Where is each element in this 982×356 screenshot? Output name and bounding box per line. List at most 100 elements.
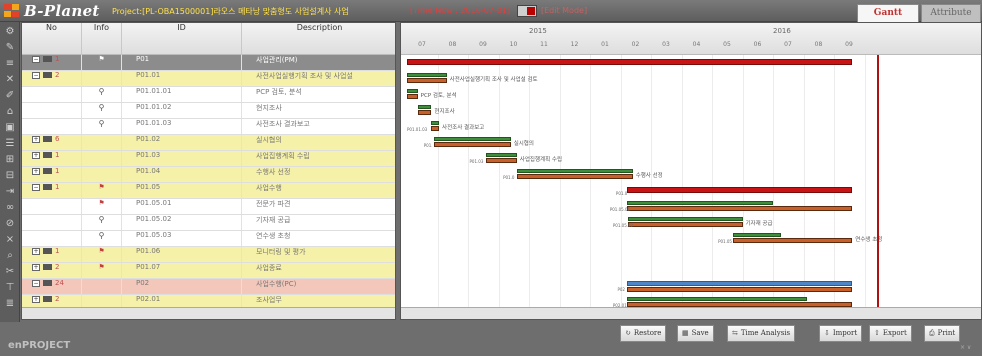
tab-attribute[interactable]: Attribute [921,4,981,22]
summary-bar[interactable] [407,59,853,65]
table-row[interactable]: ⚲ P01.05.02 기자재 공급 [22,215,395,231]
grid-horizontal-scrollbar[interactable] [22,307,395,319]
table-row[interactable]: +6 P01.02 실시협의 [22,135,395,151]
bar-id-tag: P01. [423,143,433,148]
table-row[interactable]: −1 ⚑ P01.05 사업수행 [22,183,395,199]
month-label: 01 [601,41,609,48]
edit-mode-toggle[interactable] [517,5,537,17]
table-row[interactable]: −1 ⚑ P01 사업관리(PM) [22,55,395,71]
table-row[interactable]: +2 ⚑ P01.07 사업종료 [22,263,395,279]
print-button[interactable]: ⎙ Print [924,325,961,342]
close-icon[interactable]: × [3,234,17,246]
zoom-icon[interactable]: ⌕ [3,250,17,262]
collapse-icon[interactable]: − [32,71,40,79]
column-header-info[interactable]: Info [82,23,122,55]
table-row[interactable]: ⚑ P01.05.01 전문가 파견 [22,199,395,215]
row-description: 사업집행계획 수립 [242,151,395,166]
expand-icon[interactable]: + [32,151,40,159]
flag-icon: ⚑ [82,183,122,198]
bars-icon[interactable]: ≡ [3,58,17,70]
expand-icon[interactable]: + [32,263,40,271]
row-id: P01.03 [122,151,242,166]
column-header-description[interactable]: Description [242,23,395,55]
month-label: 09 [479,41,487,48]
summary-bar[interactable] [626,187,853,193]
save-icon[interactable]: ▣ [3,122,17,134]
cut-icon[interactable]: ✂ [3,266,17,278]
expand-icon[interactable]: + [32,135,40,143]
column-header-no[interactable]: No [22,23,82,55]
row-description: 현지조사 [242,103,395,118]
settings-icon[interactable]: ⚙ [3,26,17,38]
task-bar[interactable] [628,222,743,227]
brush-icon[interactable]: ✐ [3,90,17,102]
month-label: 05 [723,41,731,48]
export-button[interactable]: ⇧ Export [869,325,912,342]
indent-icon[interactable]: ⇥ [3,186,17,198]
row-number: 24 [55,279,64,287]
table-row[interactable]: ⚲ P01.05.03 연수생 초청 [22,231,395,247]
list-minus-icon[interactable]: ⊟ [3,170,17,182]
save-button[interactable]: ▦ Save [677,325,714,342]
row-id: P01.02 [122,135,242,150]
year-label: 2015 [529,27,547,35]
folder-icon [43,168,52,174]
task-bar[interactable] [407,94,418,99]
table-row[interactable]: ⚲ P01.01.02 현지조사 [22,103,395,119]
gantt-horizontal-scrollbar[interactable] [401,307,981,319]
restore-icon: ↻ [625,329,631,337]
column-header-id[interactable]: ID [122,23,242,55]
tab-gantt[interactable]: Gantt [857,4,919,22]
list-icon[interactable]: ☰ [3,138,17,150]
table-row[interactable]: +1 ⚑ P01.06 모니터링 및 평가 [22,247,395,263]
row-id: P01.05.02 [122,215,242,230]
table-row[interactable]: +1 P01.03 사업집행계획 수립 [22,151,395,167]
restore-button[interactable]: ↻ Restore [620,325,667,342]
table-row[interactable]: − 24 P02 사업수행(PC) [22,279,395,295]
expand-icon[interactable]: + [32,295,40,303]
row-id: P01.07 [122,263,242,278]
row-description: 전문가 파견 [242,199,395,214]
task-bar[interactable] [516,174,633,179]
row-no-cell: − 24 [22,279,82,294]
task-bar[interactable] [407,78,447,83]
x-icon[interactable]: ✕ [3,74,17,86]
bar-label: PCP 검토, 분석 [420,93,457,99]
table-row[interactable]: ⚲ P01.01.03 사전조사 결과보고 [22,119,395,135]
footer-window-controls[interactable]: × ∨ [960,344,971,351]
task-bar[interactable] [431,126,440,131]
progress-bar [407,89,418,93]
task-bar[interactable] [626,206,853,211]
row-id: P01.06 [122,247,242,262]
table-row[interactable]: ⚲ P01.01.01 PCP 검토, 분석 [22,87,395,103]
align-icon[interactable]: ≣ [3,298,17,310]
task-bar[interactable] [486,158,517,163]
bank-icon[interactable]: ⌂ [3,106,17,118]
phase-bar[interactable] [626,281,853,286]
table-row[interactable]: +1 P01.04 수행사 선정 [22,167,395,183]
unlink-icon[interactable]: ⊘ [3,218,17,230]
task-bar[interactable] [434,142,511,147]
expand-icon[interactable]: + [32,167,40,175]
filter-icon[interactable]: ⊤ [3,282,17,294]
month-gridline [803,55,805,307]
collapse-icon[interactable]: − [32,279,40,287]
task-bar[interactable] [626,287,853,292]
collapse-icon[interactable]: − [32,183,40,191]
gantt-chart: 2015 2016 07 08 09 10 11 12 01 02 03 04 05 06 07 08 09 사… [400,22,982,320]
month-label: 07 [784,41,792,48]
collapse-icon[interactable]: − [32,55,40,63]
task-bar[interactable] [417,110,432,115]
import-button[interactable]: ⇩ Import [819,325,863,342]
link-icon[interactable]: ∞ [3,202,17,214]
row-description: 사업관리(PM) [242,55,395,70]
progress-bar [486,153,517,157]
pencil-icon[interactable]: ✎ [3,42,17,54]
expand-icon[interactable]: + [32,247,40,255]
task-bar[interactable] [733,238,853,243]
table-row[interactable]: −2 P01.01 사전사업실행기획 조사 및 사업설 [22,71,395,87]
bar-id-tag: P01.0 [615,191,628,196]
list-plus-icon[interactable]: ⊞ [3,154,17,166]
folder-icon [43,248,52,254]
time-analysis-button[interactable]: ⇆ Time Analysis [727,325,796,342]
